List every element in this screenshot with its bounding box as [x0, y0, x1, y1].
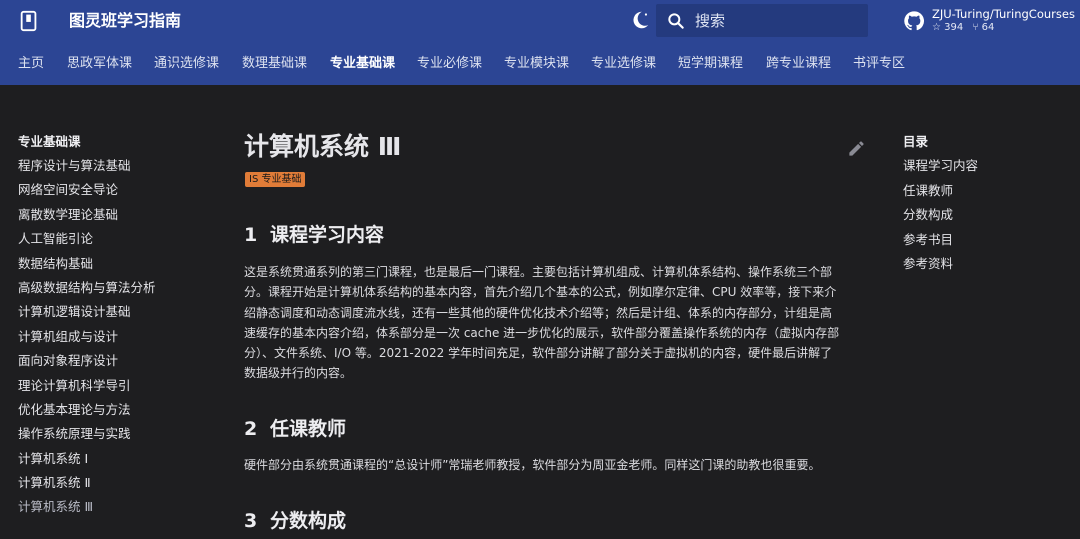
tab-major-basics[interactable]: 专业基础课: [330, 56, 395, 72]
toc-item[interactable]: 分数构成: [903, 207, 1063, 223]
section-number: 1: [244, 224, 258, 246]
sidebar-item[interactable]: 计算机系统 Ⅰ: [18, 451, 218, 467]
toc-item[interactable]: 课程学习内容: [903, 158, 1063, 174]
tab-general-electives[interactable]: 通识选修课: [154, 56, 219, 72]
section-number: 3: [244, 510, 258, 532]
book-logo-icon[interactable]: [18, 10, 40, 32]
sidebar-item-active[interactable]: 计算机系统 Ⅲ: [18, 499, 218, 515]
repo-link[interactable]: ZJU-Turing/TuringCourses ☆ 394 ⑂ 64: [903, 6, 1075, 36]
section-paragraph-content: 这是系统贯通系列的第三门课程，也是最后一门课程。主要包括计算机组成、计算机体系结…: [244, 262, 870, 384]
sidebar-item[interactable]: 数据结构基础: [18, 256, 218, 272]
paragraph-line: 数据级并行的内容。: [244, 366, 353, 381]
section-paragraph-teachers: 硬件部分由系统贯通课程的“总设计师”常瑞老师教授，软件部分为周亚金老师。同样这门…: [244, 455, 870, 475]
tab-major-electives[interactable]: 专业选修课: [591, 56, 656, 72]
table-of-contents: 目录 课程学习内容 任课教师 分数构成 参考书目 参考资料: [903, 134, 1063, 280]
edit-pencil-icon[interactable]: [847, 139, 866, 158]
sidebar-item[interactable]: 计算机系统 Ⅱ: [18, 475, 218, 491]
tab-major-modules[interactable]: 专业模块课: [504, 56, 569, 72]
paragraph-line: 分。课程开始是计算机体系结构的基本内容，首先介绍几个基本的公式，例如摩尔定律、C…: [244, 285, 837, 300]
tab-short-term[interactable]: 短学期课程: [678, 56, 743, 72]
sidebar-item[interactable]: 优化基本理论与方法: [18, 402, 218, 418]
fork-icon: ⑂: [972, 22, 979, 33]
tab-major-required[interactable]: 专业必修课: [417, 56, 482, 72]
search-icon: [668, 13, 684, 29]
page-title: 计算机系统 Ⅲ: [244, 132, 402, 161]
sidebar-item[interactable]: 面向对象程序设计: [18, 353, 218, 369]
paragraph-line: 速缓存的基本内容介绍，体系部分是一次 cache 进一步优化的展示，软件部分覆盖…: [244, 325, 840, 340]
star-count: 394: [944, 22, 964, 33]
section-heading-teachers: 2 任课教师: [244, 416, 346, 442]
section-title: 分数构成: [270, 510, 347, 532]
sidebar-item[interactable]: 理论计算机科学导引: [18, 378, 218, 394]
sidebar-item[interactable]: 计算机组成与设计: [18, 329, 218, 345]
search-box[interactable]: 搜索: [656, 4, 868, 37]
tab-cross-major[interactable]: 跨专业课程: [766, 56, 831, 72]
sidebar-item[interactable]: 计算机逻辑设计基础: [18, 304, 218, 320]
section-number: 2: [244, 418, 258, 440]
section-title: 任课教师: [270, 418, 347, 440]
sidebar-item[interactable]: 高级数据结构与算法分析: [18, 280, 218, 296]
star-icon: ☆: [932, 22, 941, 33]
top-header: 图灵班学习指南 搜索 ZJU-Turing/TuringCourses ☆ 39…: [0, 0, 1080, 42]
sidebar-item[interactable]: 操作系统原理与实践: [18, 426, 218, 442]
repo-name[interactable]: ZJU-Turing/TuringCourses: [932, 7, 1075, 21]
toc-item[interactable]: 任课教师: [903, 183, 1063, 199]
sidebar-item[interactable]: 程序设计与算法基础: [18, 158, 218, 174]
site-title[interactable]: 图灵班学习指南: [69, 10, 181, 32]
sidebar-item[interactable]: 人工智能引论: [18, 231, 218, 247]
toc-item[interactable]: 参考资料: [903, 256, 1063, 272]
sidebar-nav: 专业基础课 程序设计与算法基础 网络空间安全导论 离散数学理论基础 人工智能引论…: [18, 134, 218, 524]
section-title: 课程学习内容: [270, 224, 385, 246]
toc-title: 目录: [903, 134, 929, 149]
paragraph-line: 绍静态调度和动态调度流水线，还有一些其他的硬件优化技术介绍等；然后是计组、体系的…: [244, 305, 833, 320]
sidebar-item[interactable]: 网络空间安全导论: [18, 182, 218, 198]
theme-toggle-icon[interactable]: [629, 9, 651, 31]
sidebar-title: 专业基础课: [18, 134, 81, 149]
section-heading-grading: 3 分数构成: [244, 508, 346, 534]
nav-tabs: 主页 思政军体课 通识选修课 数理基础课 专业基础课 专业必修课 专业模块课 专…: [0, 42, 1080, 85]
search-placeholder[interactable]: 搜索: [695, 11, 725, 31]
toc-item[interactable]: 参考书目: [903, 232, 1063, 248]
tab-home[interactable]: 主页: [18, 56, 44, 72]
tab-math-basics[interactable]: 数理基础课: [242, 56, 307, 72]
paragraph-line: 硬件部分由系统贯通课程的“总设计师”常瑞老师教授，软件部分为周亚金老师。同样这门…: [244, 458, 821, 472]
sidebar-item[interactable]: 离散数学理论基础: [18, 207, 218, 223]
tab-politics-military[interactable]: 思政军体课: [67, 56, 132, 72]
github-icon: [904, 11, 925, 31]
paragraph-line: 分）、文件系统、I/O 等。2021-2022 学年时间充足，软件部分讲解了部分…: [244, 346, 833, 361]
section-heading-content: 1 课程学习内容: [244, 222, 384, 248]
course-tag: IS 专业基础: [245, 172, 306, 187]
fork-count: 64: [981, 22, 995, 33]
paragraph-line: 这是系统贯通系列的第三门课程，也是最后一门课程。主要包括计算机组成、计算机体系结…: [244, 265, 833, 279]
repo-stats: ☆ 394 ⑂ 64: [932, 22, 1000, 34]
article: 计算机系统 Ⅲ: [244, 128, 870, 166]
tab-book-reviews[interactable]: 书评专区: [853, 56, 905, 72]
